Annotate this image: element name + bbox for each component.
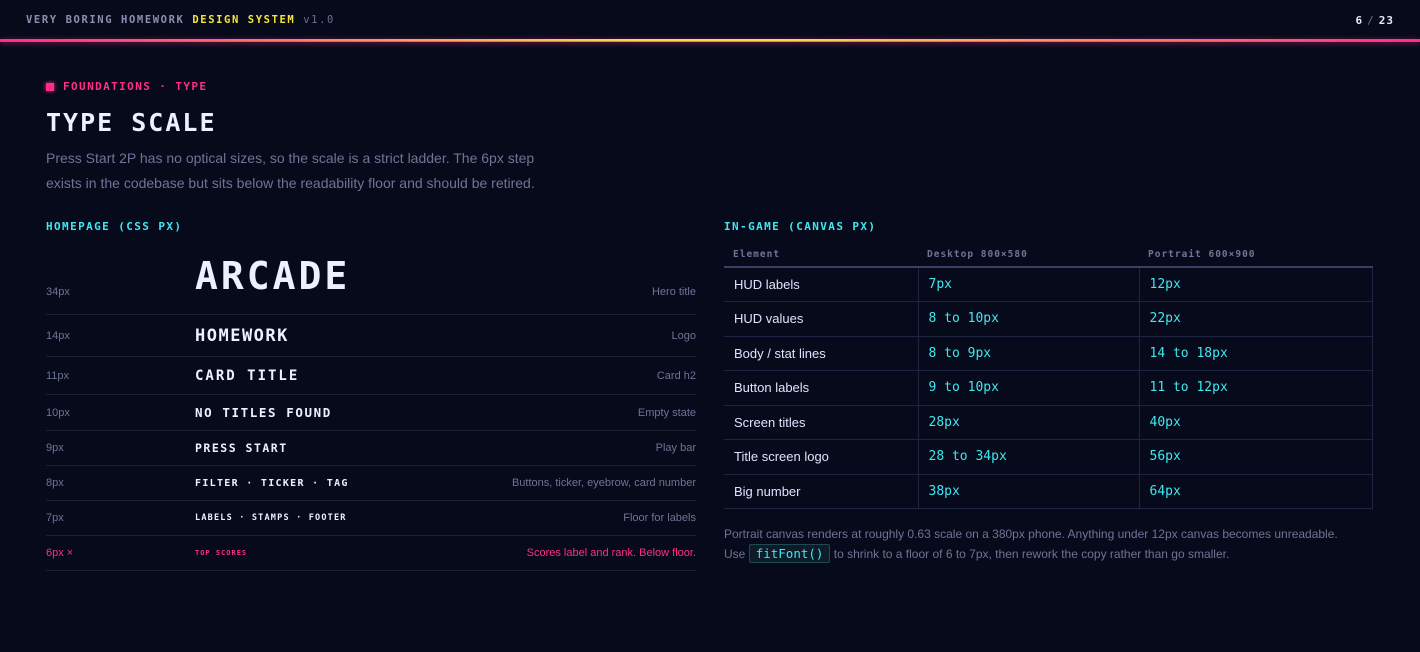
ladder-row: 34px ARCADE Hero title bbox=[46, 248, 696, 315]
ladder-row: 7px LABELS · STAMPS · FOOTER Floor for l… bbox=[46, 501, 696, 536]
ladder-sample: TOP SCORES bbox=[195, 549, 248, 557]
ingame-note: Portrait canvas renders at roughly 0.63 … bbox=[724, 524, 1384, 564]
table-cell-desktop: 28 to 34px bbox=[917, 439, 1140, 475]
ladder-usage: Logo bbox=[671, 329, 696, 342]
ladder-sample: FILTER · TICKER · TAG bbox=[195, 477, 349, 489]
homepage-heading: HOMEPAGE (CSS PX) bbox=[46, 220, 183, 233]
ladder-usage: Buttons, ticker, eyebrow, card number bbox=[511, 477, 696, 489]
ladder-size: 9px bbox=[46, 442, 64, 454]
table-cell-element: HUD labels bbox=[724, 266, 919, 302]
ladder-size: 34px bbox=[46, 286, 70, 298]
ladder-size: 6px × bbox=[46, 547, 74, 559]
top-bar: VERY BORING HOMEWORK DESIGN SYSTEM v1.0 … bbox=[0, 0, 1420, 40]
ladder-size: 10px bbox=[46, 406, 70, 419]
table-cell-desktop: 28px bbox=[917, 404, 1140, 440]
ladder-size: 11px bbox=[46, 369, 70, 382]
page-title: TYPE SCALE bbox=[46, 108, 217, 137]
table-cell-portrait: 14 to 18px bbox=[1138, 335, 1373, 371]
note-use: Use bbox=[724, 547, 746, 561]
table-cell-element: Title screen logo bbox=[724, 439, 919, 475]
page-current: 6 bbox=[1355, 13, 1364, 27]
table-row: Body / stat lines 8 to 9px 14 to 18px bbox=[724, 335, 1373, 371]
ladder-row: 11px CARD TITLE Card h2 bbox=[46, 357, 696, 395]
ladder-usage: Floor for labels bbox=[623, 512, 696, 524]
intro-line-2: exists in the codebase but sits below th… bbox=[46, 175, 535, 191]
table-cell-portrait: 11 to 12px bbox=[1138, 370, 1373, 406]
ladder-size: 14px bbox=[46, 329, 70, 342]
ladder-row-below-floor: 6px × TOP SCORES Scores label and rank. … bbox=[46, 536, 696, 571]
table-cell-desktop: 38px bbox=[917, 473, 1140, 509]
table-cell-portrait: 40px bbox=[1138, 404, 1373, 440]
table-cell-element: Big number bbox=[724, 473, 919, 509]
ladder-usage: Play bar bbox=[655, 442, 696, 454]
table-cell-element: Screen titles bbox=[724, 404, 919, 440]
ladder-sample: ARCADE bbox=[195, 254, 351, 298]
column-header: Element bbox=[724, 242, 918, 268]
column-header: Desktop 800×580 bbox=[918, 242, 1139, 268]
table-cell-portrait: 22px bbox=[1138, 301, 1373, 337]
table-cell-desktop: 7px bbox=[917, 266, 1140, 302]
fitfont-code: fitFont() bbox=[748, 544, 831, 563]
table-cell-desktop: 9 to 10px bbox=[917, 370, 1140, 406]
table-cell-element: Button labels bbox=[724, 370, 919, 406]
eyebrow-square-icon bbox=[46, 82, 54, 91]
intro-line-1: Press Start 2P has no optical sizes, so … bbox=[46, 150, 535, 166]
ingame-size-table: Element Desktop 800×580 Portrait 600×900… bbox=[724, 242, 1373, 509]
ladder-row: 14px HOMEWORK Logo bbox=[46, 315, 696, 357]
table-cell-portrait: 64px bbox=[1138, 473, 1373, 509]
ladder-sample: CARD TITLE bbox=[195, 367, 300, 384]
column-header: Portrait 600×900 bbox=[1139, 242, 1373, 268]
ladder-usage: Hero title bbox=[651, 286, 696, 298]
type-ladder: 34px ARCADE Hero title 14px HOMEWORK Log… bbox=[46, 248, 696, 571]
intro-text: Press Start 2P has no optical sizes, so … bbox=[46, 146, 606, 196]
note-text-1: Portrait canvas renders at roughly 0.63 … bbox=[724, 527, 1338, 541]
table-row: Button labels 9 to 10px 11 to 12px bbox=[724, 370, 1373, 406]
page-separator: / bbox=[1367, 13, 1375, 27]
ladder-usage: Scores label and rank. Below floor. bbox=[526, 547, 696, 559]
table-cell-desktop: 8 to 9px bbox=[917, 335, 1140, 371]
table-row: Title screen logo 28 to 34px 56px bbox=[724, 439, 1373, 475]
table-cell-element: Body / stat lines bbox=[724, 335, 919, 371]
section-eyebrow: FOUNDATIONS · TYPE bbox=[46, 80, 207, 93]
ladder-sample: HOMEWORK bbox=[195, 325, 289, 346]
eyebrow-label: FOUNDATIONS · TYPE bbox=[63, 80, 208, 93]
brand-highlight: DESIGN SYSTEM bbox=[192, 14, 296, 26]
table-cell-element: HUD values bbox=[724, 301, 919, 337]
ladder-sample: LABELS · STAMPS · FOOTER bbox=[195, 513, 347, 523]
page-indicator: 6/23 bbox=[1356, 14, 1395, 27]
page-total: 23 bbox=[1378, 13, 1394, 27]
ladder-usage: Empty state bbox=[637, 406, 696, 419]
table-cell-portrait: 56px bbox=[1138, 439, 1373, 475]
brand-main: VERY BORING HOMEWORK bbox=[26, 14, 185, 26]
table-cell-portrait: 12px bbox=[1138, 266, 1373, 302]
ladder-row: 10px NO TITLES FOUND Empty state bbox=[46, 395, 696, 431]
table-row: Big number 38px 64px bbox=[724, 473, 1373, 509]
note-text-2: to shrink to a floor of 6 to 7px, then r… bbox=[833, 547, 1230, 561]
ladder-row: 9px PRESS START Play bar bbox=[46, 431, 696, 466]
table-row: HUD labels 7px 12px bbox=[724, 266, 1373, 302]
ladder-row: 8px FILTER · TICKER · TAG Buttons, ticke… bbox=[46, 466, 696, 501]
ladder-sample: NO TITLES FOUND bbox=[195, 405, 332, 420]
ladder-size: 7px bbox=[46, 512, 64, 524]
table-row: HUD values 8 to 10px 22px bbox=[724, 301, 1373, 337]
table-row: Screen titles 28px 40px bbox=[724, 404, 1373, 440]
brand: VERY BORING HOMEWORK DESIGN SYSTEM v1.0 bbox=[26, 14, 335, 26]
ladder-size: 8px bbox=[46, 477, 64, 489]
brand-version: v1.0 bbox=[303, 14, 335, 26]
ladder-sample: PRESS START bbox=[195, 441, 288, 455]
table-header-row: Element Desktop 800×580 Portrait 600×900 bbox=[724, 242, 1373, 268]
header-divider-glow bbox=[0, 41, 1420, 42]
ladder-usage: Card h2 bbox=[656, 369, 696, 382]
ingame-heading: IN-GAME (CANVAS PX) bbox=[724, 220, 877, 233]
table-cell-desktop: 8 to 10px bbox=[917, 301, 1140, 337]
